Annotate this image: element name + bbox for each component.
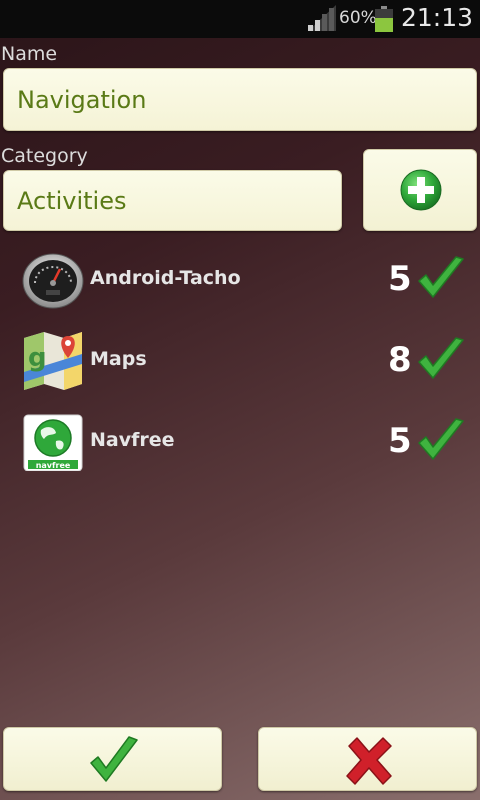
clock: 21:13 (401, 3, 474, 32)
cancel-button[interactable] (258, 727, 477, 791)
name-label: Name (1, 43, 58, 65)
category-select[interactable]: Activities (3, 170, 342, 231)
app-row[interactable]: navfree Navfree 5 (0, 405, 480, 475)
plus-circle-icon (400, 169, 442, 211)
google-maps-icon: g (24, 332, 82, 390)
checkmark-icon (418, 256, 464, 298)
checkmark-icon (418, 337, 464, 379)
app-count: 5 (388, 259, 412, 299)
checkmark-icon (90, 736, 138, 782)
app-row[interactable]: g Maps 8 (0, 324, 480, 394)
name-input-value: Navigation (17, 85, 147, 114)
category-label: Category (1, 145, 88, 167)
battery-percent: 60% (339, 8, 377, 28)
signal-strength-icon (308, 5, 336, 31)
speedometer-icon (22, 253, 84, 309)
category-select-value: Activities (17, 186, 127, 215)
app-name: Maps (90, 348, 147, 370)
navfree-globe-icon: navfree (23, 414, 83, 471)
navfree-logo-text: navfree (36, 461, 71, 470)
app-name: Navfree (90, 429, 175, 451)
battery-icon (375, 6, 393, 32)
app-count: 8 (388, 340, 412, 380)
red-x-icon (346, 737, 392, 785)
app-row[interactable]: Android-Tacho 5 (0, 243, 480, 313)
add-category-button[interactable] (363, 149, 477, 231)
name-input[interactable]: Navigation (3, 68, 477, 131)
confirm-button[interactable] (3, 727, 222, 791)
app-name: Android-Tacho (90, 267, 241, 289)
app-count: 5 (388, 421, 412, 461)
checkmark-icon (418, 418, 464, 460)
status-bar: 60% 21:13 (0, 0, 480, 38)
svg-text:g: g (28, 343, 47, 373)
